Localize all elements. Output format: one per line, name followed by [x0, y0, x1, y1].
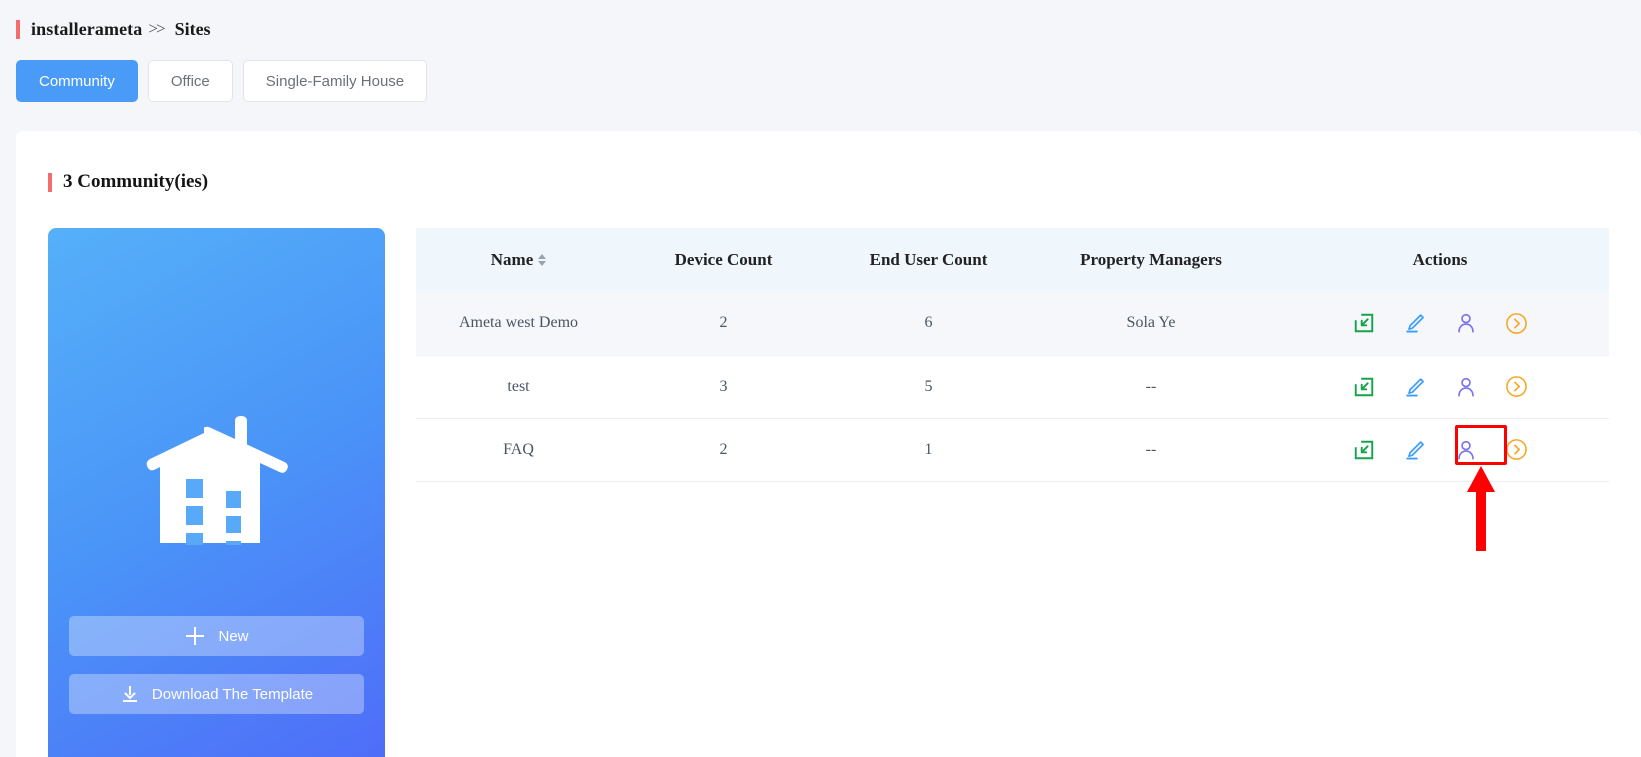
chevron-right-circle-icon[interactable]	[1504, 310, 1530, 336]
import-icon[interactable]	[1351, 310, 1377, 336]
breadcrumb-separator-icon: >>	[148, 19, 165, 38]
page-title: 3 Community(ies)	[63, 171, 209, 192]
community-promo-card: New Download The Template	[48, 228, 385, 757]
column-header-property-managers: Property Managers	[1031, 228, 1271, 292]
download-icon	[120, 684, 140, 704]
cell-name: test	[416, 355, 621, 419]
sites-table: Name Device Count End User Count Propert…	[416, 228, 1609, 482]
tab-single-family-house[interactable]: Single-Family House	[242, 60, 428, 102]
cell-device-count: 2	[621, 292, 826, 356]
breadcrumb-current: Sites	[174, 18, 211, 39]
breadcrumb: installerameta >> Sites	[16, 16, 211, 42]
cell-actions	[1271, 418, 1609, 482]
edit-pencil-icon[interactable]	[1402, 374, 1428, 400]
user-icon[interactable]	[1453, 437, 1479, 463]
content-panel: 3 Community(ies) New Download The Templa…	[16, 131, 1641, 757]
table-header-row: Name Device Count End User Count Propert…	[416, 228, 1609, 292]
download-template-button[interactable]: Download The Template	[69, 674, 364, 714]
user-icon[interactable]	[1453, 374, 1479, 400]
cell-end-user-count: 6	[826, 292, 1031, 356]
cell-name: FAQ	[416, 418, 621, 482]
cell-device-count: 3	[621, 355, 826, 419]
cell-property-managers: --	[1031, 418, 1271, 482]
table-row[interactable]: Ameta west Demo 2 6 Sola Ye	[416, 292, 1609, 356]
column-header-name[interactable]: Name	[416, 228, 621, 292]
section-accent-bar	[48, 172, 52, 192]
user-icon[interactable]	[1453, 310, 1479, 336]
section-header: 3 Community(ies)	[48, 170, 208, 194]
cell-actions	[1271, 355, 1609, 419]
edit-pencil-icon[interactable]	[1402, 437, 1428, 463]
edit-pencil-icon[interactable]	[1402, 310, 1428, 336]
import-icon[interactable]	[1351, 374, 1377, 400]
cell-actions	[1271, 292, 1609, 356]
cell-property-managers: Sola Ye	[1031, 292, 1271, 356]
plus-icon	[184, 625, 206, 647]
chevron-right-circle-icon[interactable]	[1504, 374, 1530, 400]
table-row[interactable]: test 3 5 --	[416, 355, 1609, 419]
cell-name: Ameta west Demo	[416, 292, 621, 356]
cell-end-user-count: 5	[826, 355, 1031, 419]
new-button[interactable]: New	[69, 616, 364, 656]
breadcrumb-root[interactable]: installerameta	[31, 19, 142, 40]
column-header-device-count: Device Count	[621, 228, 826, 292]
breadcrumb-accent-bar	[16, 19, 20, 39]
cell-property-managers: --	[1031, 355, 1271, 419]
chevron-right-circle-icon[interactable]	[1504, 437, 1530, 463]
tab-office[interactable]: Office	[147, 60, 233, 102]
sort-icon[interactable]	[538, 254, 547, 266]
column-header-end-user-count: End User Count	[826, 228, 1031, 292]
site-type-tabs: Community Office Single-Family House	[16, 60, 428, 102]
table-row[interactable]: FAQ 2 1 --	[416, 418, 1609, 482]
import-icon[interactable]	[1351, 437, 1377, 463]
building-icon	[142, 405, 292, 559]
cell-device-count: 2	[621, 418, 826, 482]
download-template-label: Download The Template	[151, 685, 314, 703]
tab-community[interactable]: Community	[16, 60, 138, 102]
column-header-name-label: Name	[490, 250, 534, 269]
promo-card-actions: New Download The Template	[69, 616, 364, 714]
new-button-label: New	[218, 627, 249, 645]
cell-end-user-count: 1	[826, 418, 1031, 482]
column-header-actions: Actions	[1271, 228, 1609, 292]
